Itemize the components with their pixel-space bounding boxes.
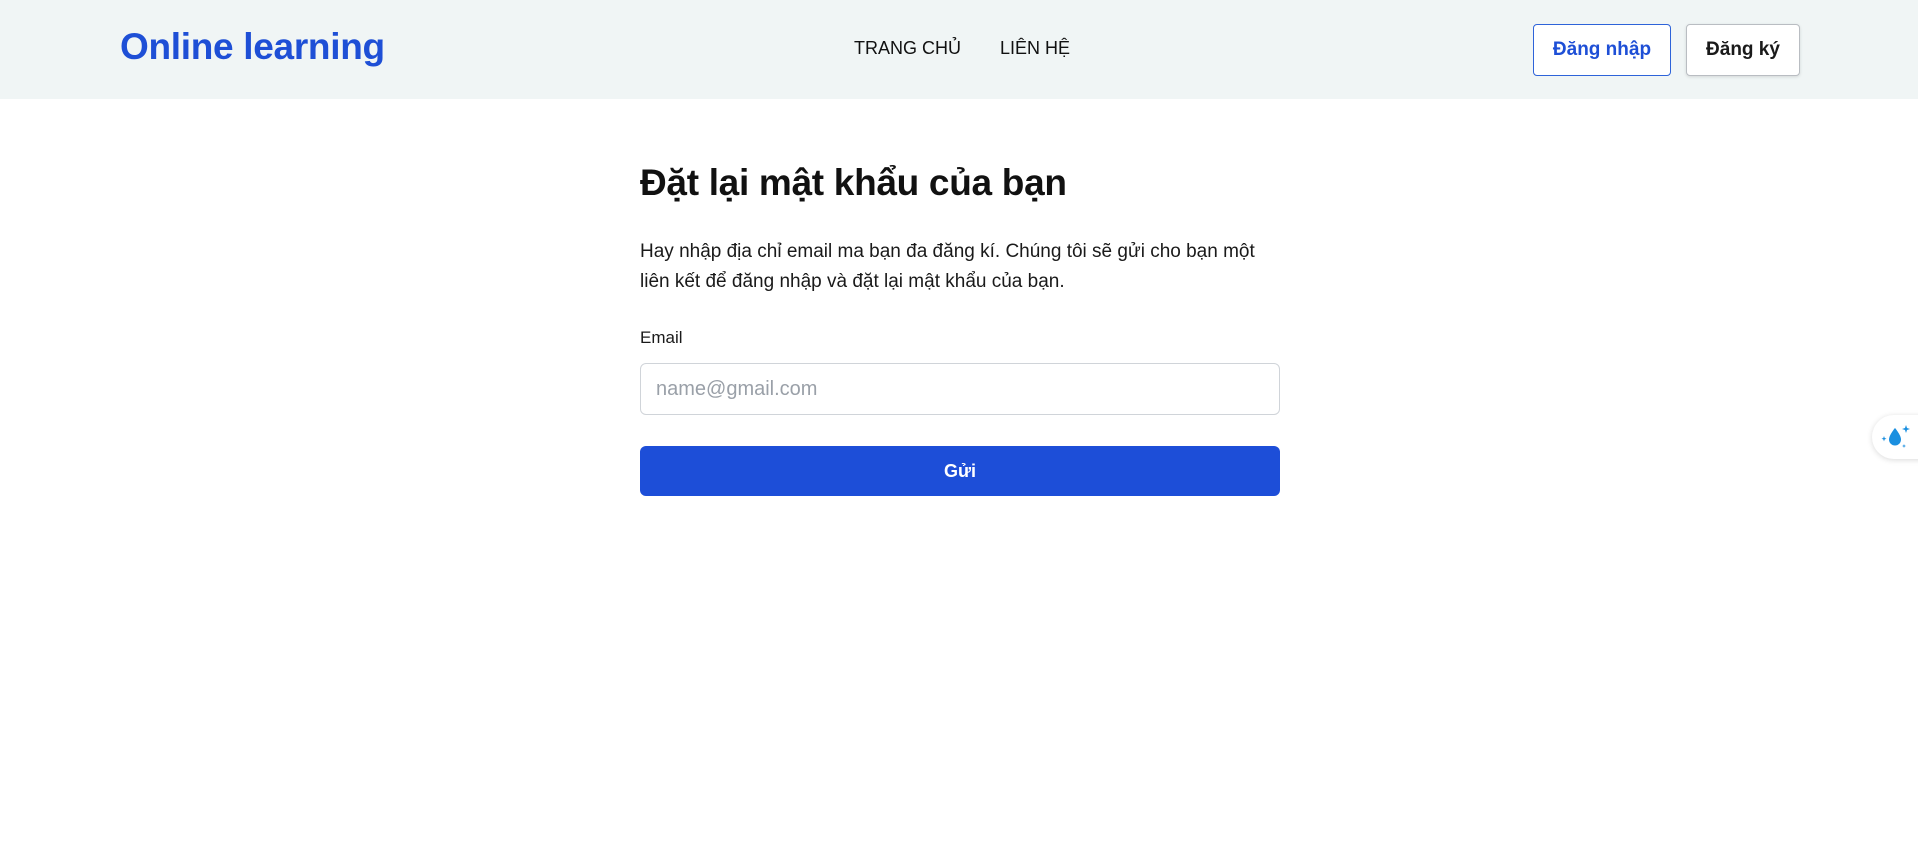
- water-drop-sparkle-icon: [1881, 425, 1910, 448]
- page: Online learning TRANG CHỦ LIÊN HỆ Đăng n…: [0, 0, 1918, 862]
- nav-contact-link[interactable]: LIÊN HỆ: [1000, 38, 1070, 59]
- register-button[interactable]: Đăng ký: [1686, 24, 1800, 76]
- email-label: Email: [640, 328, 683, 347]
- login-button[interactable]: Đăng nhập: [1533, 24, 1671, 76]
- email-field[interactable]: [640, 363, 1280, 415]
- floating-extension-widget[interactable]: [1872, 415, 1918, 459]
- nav-home-link[interactable]: TRANG CHỦ: [854, 38, 961, 59]
- top-navbar: Online learning TRANG CHỦ LIÊN HỆ Đăng n…: [0, 0, 1918, 99]
- brand-logo[interactable]: Online learning: [120, 26, 385, 68]
- main-nav: TRANG CHỦ LIÊN HỆ: [854, 38, 1070, 59]
- reset-password-form: Đặt lại mật khẩu của bạn Hay nhập địa ch…: [640, 160, 1280, 496]
- page-title: Đặt lại mật khẩu của bạn: [640, 162, 1067, 203]
- form-description: Hay nhập địa chỉ email ma bạn đa đăng kí…: [640, 241, 1255, 292]
- submit-button[interactable]: Gửi: [640, 446, 1280, 496]
